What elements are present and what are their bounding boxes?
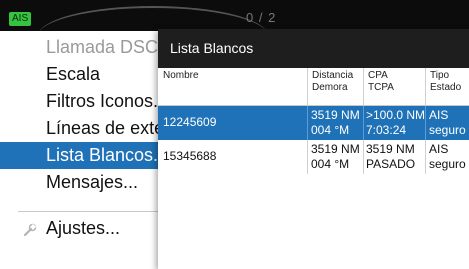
menu-item-lista-blancos[interactable]: Lista Blancos... [0,142,170,169]
column-header-tipo[interactable]: Tipo Estado [430,70,461,94]
menu-header: AIS 0 / 2 [0,0,469,31]
menu-item-escala[interactable]: Escala [0,61,170,88]
table-row[interactable]: 12245609 3519 NM 004 °M >100.0 NM 7:03:2… [158,106,469,140]
menu-item-mensajes[interactable]: Mensajes... [0,169,170,196]
table-header: Nombre Distancia Demora CPA TCPA Tipo Es… [158,68,469,106]
page-indicator: 0 / 2 [246,10,277,25]
menu-separator [18,211,168,212]
column-header-distancia[interactable]: Distancia Demora [312,70,353,94]
menu-item-ajustes-label: Ajustes... [46,218,121,238]
column-header-cpa[interactable]: CPA TCPA [368,70,394,94]
column-header-nombre[interactable]: Nombre [163,70,199,82]
lista-blancos-dialog: Lista Blancos Nombre Distancia Demora CP… [158,29,469,269]
ais-badge: AIS [9,12,32,26]
menu-item-lineas-extension[interactable]: Líneas de exter [0,115,170,142]
menu-item-filtros-iconos[interactable]: Filtros Iconos... [0,88,170,115]
menu-item-llamada-dsc: Llamada DSC [46,37,159,57]
table-row[interactable]: 15345688 3519 NM 004 °M 3519 NM PASADO A… [158,140,469,174]
wrench-icon [23,223,37,237]
menu-item-ajustes[interactable]: Ajustes... [0,215,170,242]
dialog-title: Lista Blancos [158,29,469,68]
context-menu: Llamada DSC Escala Filtros Iconos... Lín… [0,31,170,258]
